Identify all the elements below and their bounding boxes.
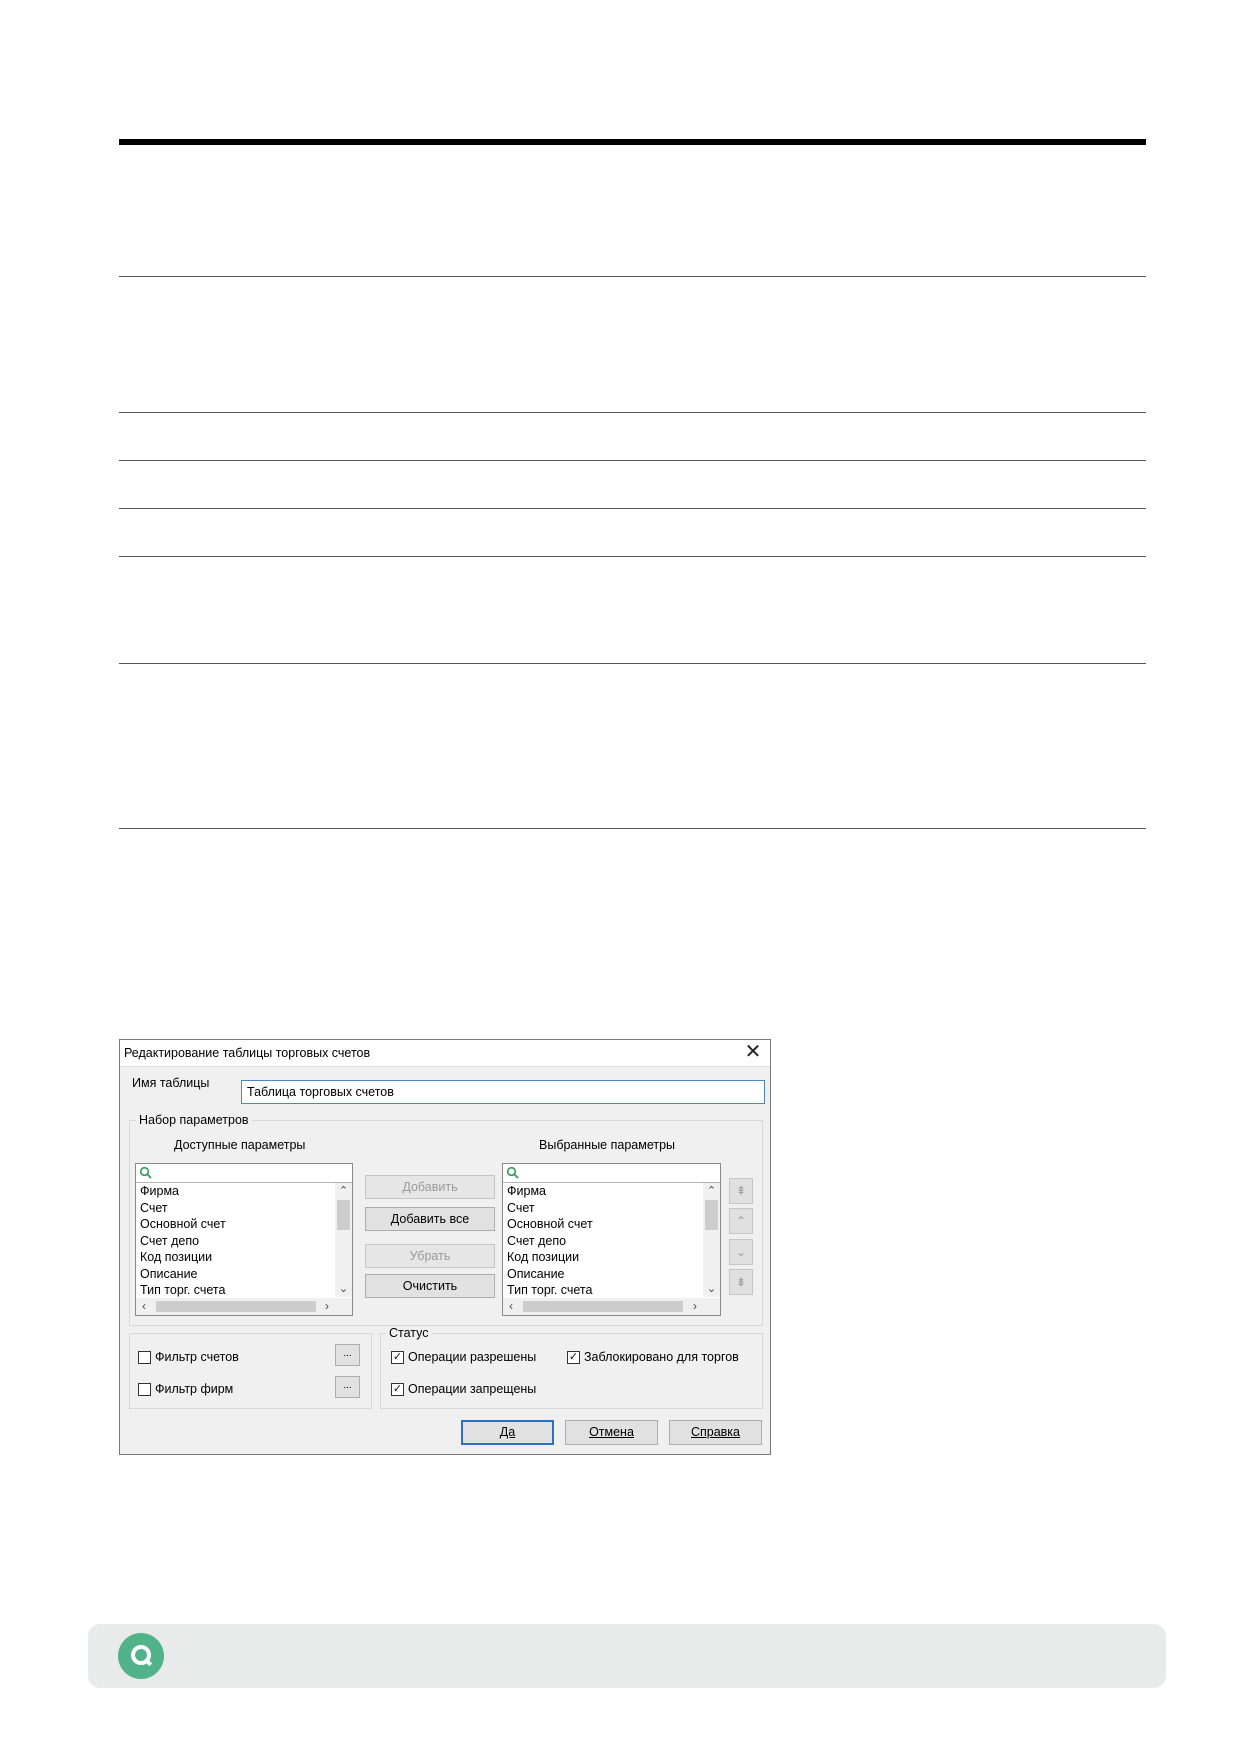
list-item[interactable]: Описание — [140, 1266, 332, 1283]
firms-filter-checkbox[interactable] — [138, 1383, 151, 1396]
add-all-button[interactable]: Добавить все — [365, 1207, 495, 1231]
selected-params-label: Выбранные параметры — [539, 1138, 676, 1152]
edit-trade-accounts-table-dialog: Редактирование таблицы торговых счетов ✕… — [119, 1039, 771, 1455]
list-item[interactable]: Код позиции — [507, 1249, 700, 1266]
scroll-down-icon[interactable]: ⌄ — [335, 1281, 352, 1297]
ops-forbidden-label: Операции запрещены — [408, 1382, 537, 1396]
selected-items: Фирма Счет Основной счет Счет депо Код п… — [507, 1183, 700, 1297]
selected-search-field[interactable] — [503, 1164, 720, 1183]
move-down-icon[interactable]: ⌄ — [729, 1239, 753, 1265]
clear-button[interactable]: Очистить — [365, 1274, 495, 1298]
move-to-bottom-icon[interactable]: ⇟ — [729, 1269, 753, 1295]
table-row-divider — [119, 508, 1146, 509]
firms-filter-browse-button[interactable]: ... — [335, 1376, 360, 1398]
table-name-label: Имя таблицы — [132, 1076, 210, 1090]
table-top-rule — [119, 139, 1146, 145]
list-item[interactable]: Описание — [507, 1266, 700, 1283]
search-icon — [139, 1166, 152, 1179]
table-row-divider — [119, 412, 1146, 413]
move-to-top-icon[interactable]: ⇞ — [729, 1178, 753, 1204]
table-row-divider — [119, 276, 1146, 277]
blocked-checkbox[interactable]: ✓ — [567, 1351, 580, 1364]
available-items: Фирма Счет Основной счет Счет депо Код п… — [140, 1183, 332, 1297]
list-item[interactable]: Фирма — [507, 1183, 700, 1200]
scroll-right-icon[interactable]: › — [319, 1298, 335, 1315]
scroll-left-icon[interactable]: ‹ — [503, 1298, 519, 1315]
close-icon[interactable]: ✕ — [742, 1042, 764, 1064]
available-params-label: Доступные параметры — [174, 1138, 306, 1152]
scroll-thumb[interactable] — [705, 1200, 718, 1230]
search-icon — [506, 1166, 519, 1179]
page-footer — [88, 1624, 1166, 1688]
accounts-filter-browse-button[interactable]: ... — [335, 1344, 360, 1366]
list-item[interactable]: Код позиции — [140, 1249, 332, 1266]
status-groupbox — [380, 1333, 763, 1409]
ok-button[interactable]: Да — [461, 1420, 554, 1445]
list-item[interactable]: Основной счет — [140, 1216, 332, 1233]
scroll-up-icon[interactable]: ⌃ — [703, 1183, 720, 1199]
scroll-left-icon[interactable]: ‹ — [136, 1298, 152, 1315]
table-name-input[interactable] — [241, 1080, 765, 1104]
help-button[interactable]: Справка — [669, 1420, 762, 1445]
params-group-label: Набор параметров — [136, 1113, 252, 1127]
scroll-right-icon[interactable]: › — [687, 1298, 703, 1315]
table-row-divider — [119, 460, 1146, 461]
list-item[interactable]: Основной счет — [507, 1216, 700, 1233]
vertical-scrollbar[interactable]: ⌃ ⌄ — [335, 1183, 352, 1297]
horizontal-scrollbar[interactable]: ‹ › — [503, 1298, 720, 1315]
accounts-filter-checkbox[interactable] — [138, 1351, 151, 1364]
cancel-button[interactable]: Отмена — [565, 1420, 658, 1445]
available-params-list[interactable]: Фирма Счет Основной счет Счет депо Код п… — [135, 1163, 353, 1316]
scroll-thumb[interactable] — [337, 1200, 350, 1230]
list-item[interactable]: Фирма — [140, 1183, 332, 1200]
horizontal-scrollbar[interactable]: ‹ › — [136, 1298, 352, 1315]
list-item[interactable]: Счет депо — [140, 1233, 332, 1250]
move-up-icon[interactable]: ⌃ — [729, 1208, 753, 1234]
ops-allowed-checkbox[interactable]: ✓ — [391, 1351, 404, 1364]
table-row-divider — [119, 556, 1146, 557]
scroll-thumb[interactable] — [523, 1301, 683, 1312]
table-bottom-rule — [119, 828, 1146, 829]
blocked-label: Заблокировано для торгов — [584, 1350, 739, 1364]
remove-button[interactable]: Убрать — [365, 1244, 495, 1268]
available-search-field[interactable] — [136, 1164, 352, 1183]
accounts-filter-label: Фильтр счетов — [155, 1350, 239, 1364]
add-button[interactable]: Добавить — [365, 1175, 495, 1199]
selected-params-list[interactable]: Фирма Счет Основной счет Счет депо Код п… — [502, 1163, 721, 1316]
vertical-scrollbar[interactable]: ⌃ ⌄ — [703, 1183, 720, 1297]
dialog-title: Редактирование таблицы торговых счетов — [124, 1046, 371, 1060]
ops-allowed-label: Операции разрешены — [408, 1350, 537, 1364]
list-item[interactable]: Счет — [140, 1200, 332, 1217]
list-item[interactable]: Счет — [507, 1200, 700, 1217]
dialog-titlebar: Редактирование таблицы торговых счетов ✕ — [120, 1040, 770, 1067]
scroll-down-icon[interactable]: ⌄ — [703, 1281, 720, 1297]
ops-forbidden-checkbox[interactable]: ✓ — [391, 1383, 404, 1396]
scroll-up-icon[interactable]: ⌃ — [335, 1183, 352, 1199]
firms-filter-label: Фильтр фирм — [155, 1382, 234, 1396]
list-item[interactable]: Тип торг. счета — [507, 1282, 700, 1297]
table-row-divider — [119, 663, 1146, 664]
list-item[interactable]: Тип торг. счета — [140, 1282, 332, 1297]
list-item[interactable]: Счет депо — [507, 1233, 700, 1250]
scroll-thumb[interactable] — [156, 1301, 316, 1312]
status-group-label: Статус — [386, 1326, 432, 1340]
q-logo-icon — [118, 1633, 164, 1679]
